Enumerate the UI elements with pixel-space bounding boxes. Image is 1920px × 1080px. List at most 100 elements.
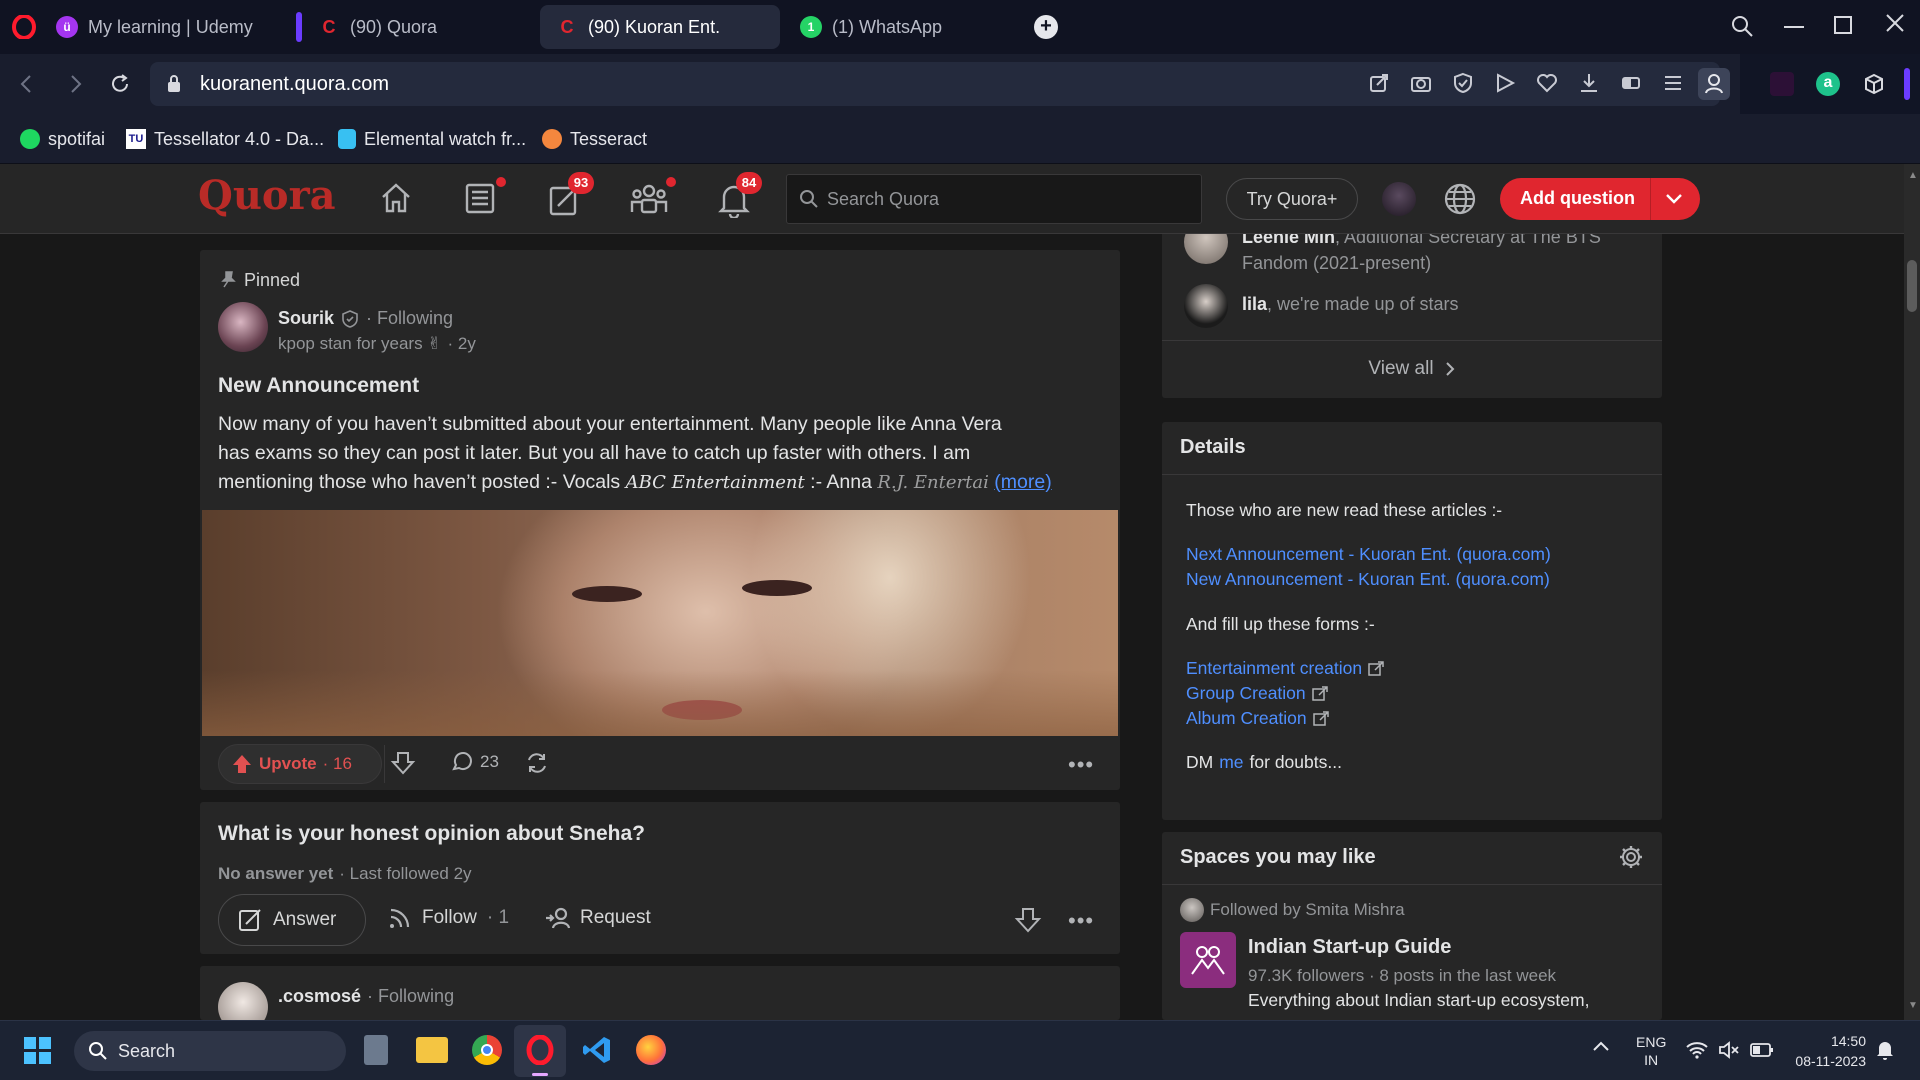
sidebar-toggle[interactable]: [1904, 68, 1910, 100]
follower-avatar-2[interactable]: [1184, 284, 1228, 328]
scroll-up-arrow[interactable]: ▲: [1908, 170, 1918, 181]
battery-saver-icon[interactable]: [1620, 72, 1642, 94]
chevron-up-icon[interactable]: [1592, 1039, 1610, 1053]
system-tray-icons[interactable]: [1686, 1041, 1774, 1059]
heart-icon[interactable]: [1536, 72, 1558, 94]
new-tab-button[interactable]: +: [1034, 15, 1058, 39]
question-title[interactable]: What is your honest opinion about Sneha?: [218, 822, 645, 846]
share-icon[interactable]: [1368, 72, 1390, 94]
post-body[interactable]: Now many of you haven’t submitted about …: [218, 410, 1108, 497]
notifications-icon[interactable]: 84: [716, 172, 762, 218]
post-title[interactable]: New Announcement: [218, 374, 419, 398]
tab-whatsapp[interactable]: 1 (1) WhatsApp: [784, 5, 1004, 49]
windows-start-icon[interactable]: [24, 1037, 51, 1064]
following-icon[interactable]: [462, 177, 506, 216]
author-name[interactable]: Sourik: [278, 308, 334, 329]
profile-icon[interactable]: [1698, 68, 1730, 100]
try-quora-plus-button[interactable]: Try Quora+: [1226, 178, 1358, 220]
spaces-card: Spaces you may like Followed by Smita Mi…: [1162, 832, 1662, 1020]
spotify-icon: [20, 129, 40, 149]
follower-avatar-1[interactable]: [1184, 234, 1228, 264]
follower-1-text: Leenie Min, Additional Secretary at The …: [1242, 234, 1601, 273]
search-input[interactable]: Search Quora: [786, 174, 1202, 224]
scrollbar-thumb[interactable]: [1907, 260, 1917, 312]
minimize-button[interactable]: [1784, 26, 1804, 28]
following-status[interactable]: · Following: [366, 308, 453, 329]
url-field[interactable]: kuoranent.quora.com: [150, 62, 1730, 106]
space-name[interactable]: Indian Start-up Guide: [1248, 936, 1451, 959]
spaces-heading: Spaces you may like: [1180, 846, 1376, 868]
avatar[interactable]: [1382, 182, 1416, 216]
album-creation-link[interactable]: Album Creation: [1186, 708, 1329, 729]
downvote-question-icon[interactable]: [1014, 906, 1042, 934]
new-announcement-link[interactable]: New Announcement - Kuoran Ent. (quora.co…: [1186, 569, 1550, 590]
camera-icon[interactable]: [1410, 72, 1432, 94]
post-time[interactable]: · 2y: [448, 334, 476, 354]
share-reload-icon[interactable]: [524, 750, 550, 776]
question-meta: No answer yet · Last followed 2y: [218, 864, 472, 883]
bookmark-tesseract[interactable]: Tesseract: [542, 124, 647, 154]
back-icon[interactable]: [18, 72, 34, 96]
tab-kuoran-ent[interactable]: C (90) Kuoran Ent.: [540, 5, 780, 49]
chrome-icon[interactable]: [472, 1035, 502, 1065]
opera-icon[interactable]: [12, 15, 36, 39]
tab-quora[interactable]: C (90) Quora: [302, 5, 532, 49]
upvote-button[interactable]: Upvote · 16: [231, 753, 352, 775]
language-indicator[interactable]: ENG IN: [1636, 1033, 1666, 1069]
author-avatar[interactable]: [218, 302, 268, 352]
spaces-icon[interactable]: [630, 177, 676, 216]
comments-button[interactable]: 23: [450, 750, 499, 774]
grammar-extension-icon[interactable]: a: [1816, 72, 1840, 96]
url-action-icons: [1368, 72, 1684, 94]
home-icon[interactable]: [378, 180, 414, 216]
chevron-down-icon[interactable]: [1664, 190, 1684, 208]
request-button[interactable]: Request: [544, 906, 651, 930]
file-explorer-icon[interactable]: [416, 1037, 448, 1063]
view-all-button[interactable]: View all: [1162, 358, 1662, 380]
clock[interactable]: 14:50 08-11-2023: [1786, 1031, 1866, 1071]
close-window-button[interactable]: [1884, 12, 1906, 34]
bookmark-elemental[interactable]: Elemental watch fr...: [338, 124, 526, 154]
maximize-button[interactable]: [1834, 16, 1852, 34]
group-creation-link[interactable]: Group Creation: [1186, 683, 1328, 704]
answer-icon[interactable]: 93: [546, 172, 594, 218]
calculator-icon[interactable]: [364, 1035, 388, 1065]
space-icon[interactable]: [1180, 932, 1236, 988]
send-icon[interactable]: [1494, 72, 1516, 94]
post-image[interactable]: [202, 510, 1118, 736]
tab-udemy[interactable]: ü My learning | Udemy: [40, 5, 285, 49]
search-tabs-icon[interactable]: [1730, 14, 1754, 38]
shield-icon[interactable]: [1452, 72, 1474, 94]
page-scrollbar[interactable]: ▲ ▼: [1904, 164, 1920, 1020]
next-author-avatar[interactable]: [218, 982, 268, 1020]
answer-button[interactable]: Answer: [218, 894, 366, 946]
bookmark-spotifai[interactable]: spotifai: [20, 124, 105, 154]
bookmark-tessellator[interactable]: TU Tessellator 4.0 - Da...: [126, 124, 324, 154]
cube-icon[interactable]: [1862, 72, 1886, 96]
downvote-icon[interactable]: [390, 750, 416, 776]
quora-logo[interactable]: Quora: [198, 172, 336, 219]
reload-icon[interactable]: [108, 72, 132, 96]
next-announcement-link[interactable]: Next Announcement - Kuoran Ent. (quora.c…: [1186, 544, 1551, 565]
udemy-icon: ü: [56, 16, 78, 38]
extension-icon[interactable]: [1770, 72, 1794, 96]
vscode-icon[interactable]: [582, 1035, 612, 1065]
opera-taskbar-button[interactable]: [514, 1025, 566, 1077]
follow-button[interactable]: Follow · 1: [388, 906, 509, 930]
question-more-icon[interactable]: •••: [1068, 908, 1094, 934]
download-icon[interactable]: [1578, 72, 1600, 94]
easy-setup-icon[interactable]: [1662, 72, 1684, 94]
scroll-down-arrow[interactable]: ▼: [1908, 1000, 1918, 1011]
add-question-button[interactable]: Add question: [1500, 178, 1700, 220]
more-link[interactable]: (more): [994, 471, 1051, 493]
forward-icon[interactable]: [68, 72, 84, 96]
entertainment-creation-link[interactable]: Entertainment creation: [1186, 658, 1384, 679]
gear-icon[interactable]: [1618, 844, 1644, 870]
taskbar-search[interactable]: Search: [74, 1031, 346, 1071]
next-post-card: .cosmosé · Following: [200, 966, 1120, 1020]
notification-bell-icon[interactable]: [1876, 1039, 1894, 1061]
more-options-icon[interactable]: •••: [1068, 752, 1094, 778]
dm-me-link[interactable]: me: [1219, 752, 1243, 773]
firefox-icon[interactable]: [636, 1035, 666, 1065]
globe-icon[interactable]: [1442, 181, 1478, 217]
